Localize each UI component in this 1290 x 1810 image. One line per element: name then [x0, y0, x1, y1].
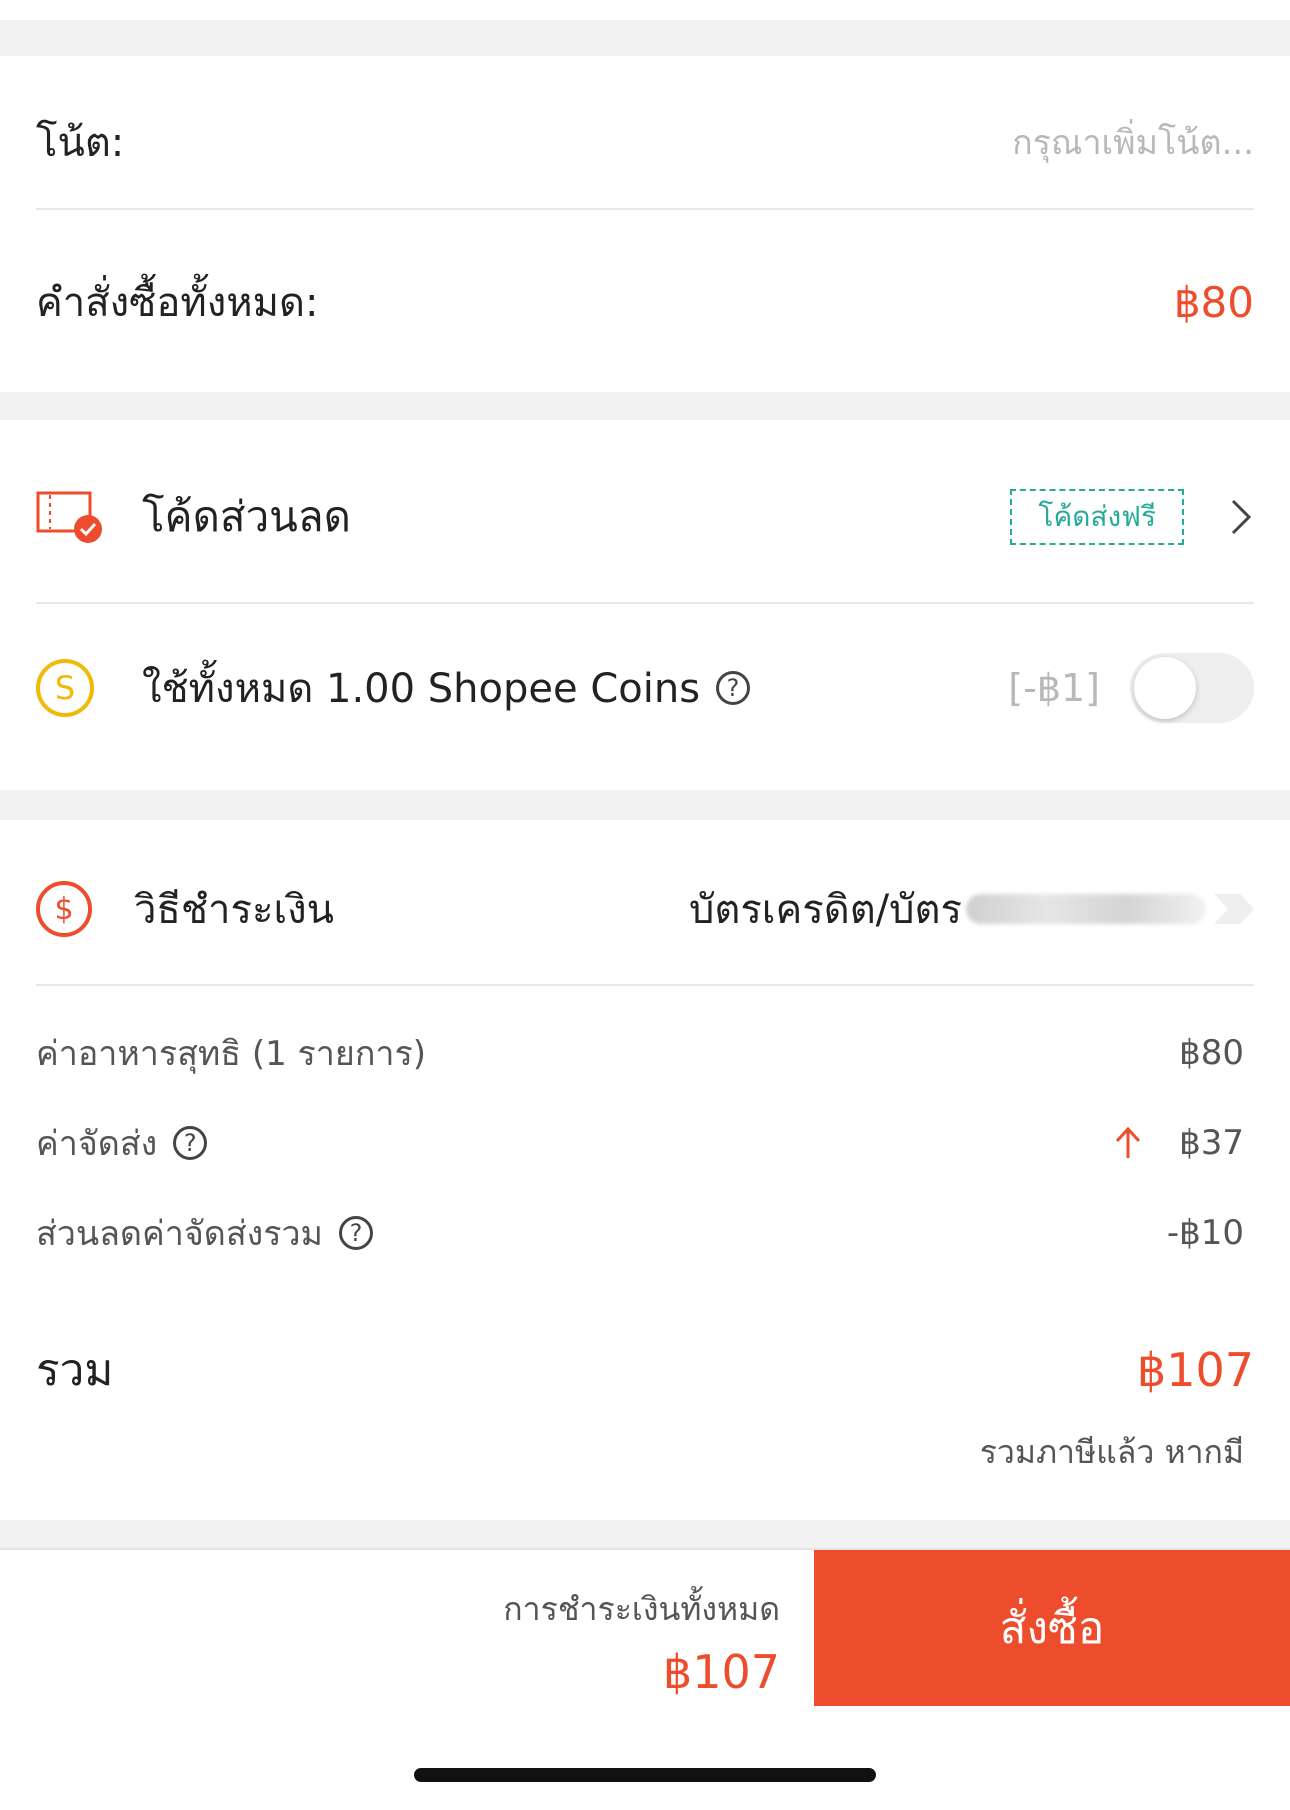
delivery-discount-value: -฿10 [1166, 1213, 1244, 1253]
note-input[interactable]: กรุณาเพิ่มโน้ต... [1012, 115, 1254, 169]
food-cost-label: ค่าอาหารสุทธิ (1 รายการ) [36, 1034, 427, 1074]
divider [36, 984, 1254, 986]
voucher-icon [36, 487, 108, 547]
place-order-button[interactable]: สั่งซื้อ [814, 1550, 1290, 1706]
order-note-card: โน้ต: กรุณาเพิ่มโน้ต... คำสั่งซื้อทั้งหม… [0, 56, 1290, 392]
coins-amount: [-฿1] [1008, 666, 1100, 710]
divider [36, 208, 1254, 210]
tax-note-row: รวมภาษีแล้ว หากมี [36, 1424, 1254, 1480]
help-icon[interactable]: ? [716, 671, 751, 705]
payment-total-value: ฿107 [662, 1645, 780, 1699]
divider [36, 602, 1254, 604]
delivery-fee-label: ค่าจัดส่ง [36, 1124, 158, 1164]
shopee-coin-icon: S [36, 659, 94, 717]
total-row: รวม ฿107 [36, 1330, 1254, 1410]
note-label: โน้ต: [36, 120, 125, 166]
order-total-label: คำสั่งซื้อทั้งหมด: [36, 280, 319, 326]
order-total-row: คำสั่งซื้อทั้งหมด: ฿80 [36, 264, 1254, 340]
checkout-bar: การชำระเงินทั้งหมด ฿107 สั่งซื้อ [0, 1548, 1290, 1810]
order-total-value: ฿80 [1173, 277, 1254, 327]
free-shipping-tag[interactable]: โค้ดส่งฟรี [1010, 489, 1184, 545]
payment-method-row[interactable]: $ วิธีชำระเงิน บัตรเครดิต/บัตร [36, 864, 1254, 954]
voucher-row[interactable]: โค้ดส่วนลด โค้ดส่งฟรี [36, 472, 1254, 562]
place-order-label: สั่งซื้อ [999, 1603, 1105, 1654]
arrow-up-icon [1113, 1126, 1143, 1160]
discount-card: โค้ดส่วนลด โค้ดส่งฟรี S ใช้ทั้งหมด 1.00 … [0, 420, 1290, 790]
payment-total: การชำระเงินทั้งหมด ฿107 [0, 1584, 780, 1699]
payment-value: บัตรเครดิต/บัตร [688, 887, 962, 933]
home-indicator [414, 1768, 876, 1782]
delivery-fee-row: ค่าจัดส่ง ? ฿37 [36, 1110, 1254, 1176]
voucher-label: โค้ดส่วนลด [142, 492, 351, 541]
coins-row: S ใช้ทั้งหมด 1.00 Shopee Coins ? [-฿1] [36, 640, 1254, 736]
delivery-fee-value: ฿37 [1179, 1123, 1244, 1163]
top-strip [0, 0, 1290, 20]
payment-card: $ วิธีชำระเงิน บัตรเครดิต/บัตร ค่าอาหารส… [0, 820, 1290, 1520]
tax-note: รวมภาษีแล้ว หากมี [979, 1432, 1244, 1471]
dollar-circle-icon: $ [36, 881, 92, 937]
payment-label: วิธีชำระเงิน [134, 887, 334, 933]
delivery-discount-row: ส่วนลดค่าจัดส่งรวม ? -฿10 [36, 1200, 1254, 1266]
coins-toggle[interactable] [1130, 653, 1254, 723]
toggle-knob [1134, 657, 1196, 719]
help-icon[interactable]: ? [338, 1216, 373, 1250]
delivery-discount-label: ส่วนลดค่าจัดส่งรวม [36, 1214, 323, 1254]
chevron-right-icon [1214, 894, 1254, 924]
note-row[interactable]: โน้ต: กรุณาเพิ่มโน้ต... [36, 104, 1254, 180]
chevron-right-icon [1228, 498, 1254, 536]
coins-label: ใช้ทั้งหมด 1.00 Shopee Coins [142, 666, 701, 712]
total-value: ฿107 [1136, 1343, 1254, 1397]
total-label: รวม [36, 1345, 114, 1396]
food-cost-value: ฿80 [1179, 1033, 1244, 1073]
redacted-card-info [966, 894, 1206, 924]
payment-total-label: การชำระเงินทั้งหมด [503, 1590, 780, 1628]
food-cost-row: ค่าอาหารสุทธิ (1 รายการ) ฿80 [36, 1020, 1254, 1086]
help-icon[interactable]: ? [173, 1126, 208, 1160]
